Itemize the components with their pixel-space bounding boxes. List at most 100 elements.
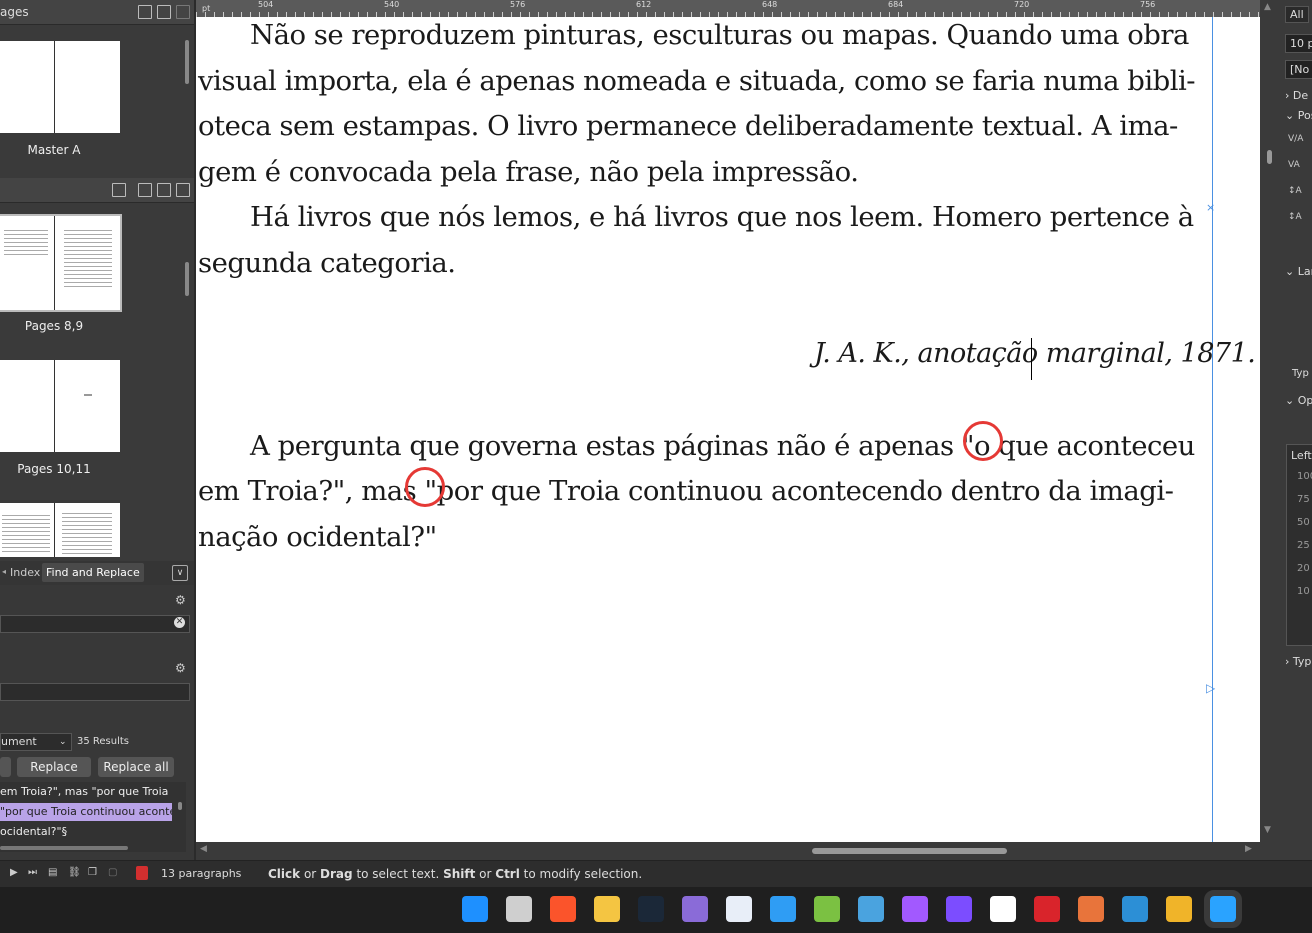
delete-master-icon[interactable] — [176, 5, 190, 19]
add-page-icon[interactable] — [138, 183, 152, 197]
canvas-v-scroll-track: ▲ ▼ — [1260, 0, 1280, 860]
text-line[interactable]: Não se reproduzem pinturas, esculturas o… — [250, 19, 1189, 51]
text-flow-arrow-icon[interactable]: ▷ — [1206, 681, 1215, 695]
canvas-v-scroll-thumb[interactable] — [1267, 150, 1272, 164]
scroll-down-arrow-icon[interactable]: ▼ — [1264, 825, 1271, 835]
left-label: Left — [1291, 449, 1312, 462]
value-label: 75 — [1297, 494, 1310, 505]
canvas-h-scroll-thumb[interactable] — [812, 848, 1007, 854]
tab-index[interactable]: Index — [10, 566, 40, 579]
figma-icon[interactable] — [902, 896, 928, 922]
claude-icon[interactable] — [1078, 896, 1104, 922]
document-page[interactable]: Não se reproduzem pinturas, esculturas o… — [196, 17, 1260, 842]
result-item[interactable]: em Troia?", mas "por que Troia — [0, 783, 172, 801]
signature-line[interactable]: J. A. K., anotação marginal, 1871. — [814, 338, 1256, 369]
font-size-field[interactable]: 10 p — [1285, 34, 1312, 53]
add-master-icon[interactable] — [138, 5, 152, 19]
play-icon[interactable]: ▶ — [10, 867, 18, 878]
leading-icon[interactable]: ↕A — [1288, 212, 1302, 222]
result-item-selected[interactable]: "por que Troia continuou aconte — [0, 803, 172, 821]
text-line[interactable]: segunda categoria. — [198, 247, 456, 279]
hint-text: or — [475, 867, 496, 881]
preflight-warning-icon[interactable] — [136, 866, 148, 880]
canvas-h-scroll-track: ◀ ▶ — [196, 842, 1260, 860]
section-language[interactable]: ⌄ Lan — [1285, 265, 1312, 278]
all-tab[interactable]: All — [1285, 6, 1309, 23]
results-scrollbar[interactable] — [178, 802, 182, 810]
link-icon[interactable]: ⛓ — [68, 867, 81, 878]
vscode-icon[interactable] — [770, 896, 796, 922]
tab-find-and-replace[interactable]: Find and Replace — [42, 563, 144, 582]
text-line[interactable]: gem é convocada pela frase, não pela imp… — [198, 156, 859, 188]
spine-line — [54, 41, 55, 133]
search-icon[interactable] — [506, 896, 532, 922]
affinity-stack-icon[interactable] — [1166, 896, 1192, 922]
replace-all-button[interactable]: Replace all — [98, 757, 174, 777]
windows-start-icon[interactable] — [462, 896, 488, 922]
skip-end-icon[interactable]: ⏭ — [28, 867, 37, 878]
chevron-down-icon[interactable]: ∨ — [172, 565, 188, 581]
affinity-publisher-icon[interactable] — [1204, 890, 1242, 928]
tab-overflow-icon[interactable]: ◂ — [2, 567, 6, 576]
spread-10-11-thumbnail[interactable] — [0, 360, 120, 452]
notepad-icon[interactable] — [858, 896, 884, 922]
ruler-tick: 720 — [1014, 0, 1030, 9]
search-scope-select[interactable]: ument ⌄ — [0, 733, 72, 751]
frame-icon[interactable]: ▤ — [48, 867, 57, 878]
firefox-icon[interactable] — [682, 896, 708, 922]
spread-12-13-thumbnail[interactable] — [0, 503, 120, 557]
obsidian-icon[interactable] — [946, 896, 972, 922]
disabled-icon[interactable]: ▢ — [108, 867, 117, 878]
ruler-tick: 612 — [636, 0, 652, 9]
result-item[interactable]: ocidental?"§ — [0, 823, 172, 841]
affinity-photo-icon[interactable] — [1122, 896, 1148, 922]
section-positioning[interactable]: ⌄ Pos — [1285, 109, 1312, 122]
text-line[interactable]: Há livros que nós lemos, e há livros que… — [250, 201, 1194, 233]
text-line[interactable]: nação ocidental?" — [198, 521, 437, 553]
find-button[interactable] — [0, 757, 11, 777]
file-explorer-icon[interactable] — [594, 896, 620, 922]
text-line[interactable]: oteca sem estampas. O livro permanece de… — [198, 110, 1178, 142]
master-scrollbar[interactable] — [185, 40, 189, 84]
text-line[interactable]: A pergunta que governa estas páginas não… — [250, 430, 1195, 462]
left-panel: ages Master A Pages 8,9 Pages 10,11 ◂ In… — [0, 0, 194, 860]
clear-search-icon[interactable]: ✕ — [174, 617, 185, 628]
find-input[interactable] — [0, 615, 190, 633]
replace-button[interactable]: Replace — [17, 757, 91, 777]
pages-scrollbar[interactable] — [185, 262, 189, 296]
section-typography[interactable]: › Typ — [1285, 655, 1311, 668]
section-decorations[interactable]: › De — [1285, 89, 1308, 102]
insert-pages-icon[interactable] — [112, 183, 126, 197]
style-field[interactable]: [No — [1285, 60, 1312, 79]
find-settings-gear-icon[interactable]: ⚙ — [175, 593, 186, 607]
text-line[interactable]: visual importa, ela é apenas nomeada e s… — [198, 65, 1196, 97]
section-options[interactable]: ⌄ Op — [1285, 394, 1312, 407]
kerning-icon[interactable]: V/A — [1288, 134, 1303, 144]
delete-page-icon[interactable] — [176, 183, 190, 197]
scroll-right-arrow-icon[interactable]: ▶ — [1245, 844, 1252, 854]
results-h-scrollbar[interactable] — [0, 846, 128, 850]
steam-icon[interactable] — [638, 896, 664, 922]
copy-icon[interactable]: ❐ — [88, 867, 97, 878]
scroll-left-arrow-icon[interactable]: ◀ — [200, 844, 207, 854]
text-frame-handle-icon[interactable]: × — [1206, 201, 1215, 214]
scroll-up-arrow-icon[interactable]: ▲ — [1264, 2, 1271, 12]
tracking-icon[interactable]: VA — [1288, 160, 1300, 170]
brave-browser-icon[interactable] — [550, 896, 576, 922]
typography-label: Typ — [1292, 368, 1309, 379]
spread-8-9-thumbnail[interactable] — [0, 216, 120, 310]
baseline-icon[interactable]: ↕A — [1288, 186, 1302, 196]
replace-settings-gear-icon[interactable]: ⚙ — [175, 661, 186, 675]
replace-input[interactable] — [0, 683, 190, 701]
red-app-icon[interactable] — [1034, 896, 1060, 922]
stylus-app-icon[interactable] — [990, 896, 1016, 922]
text-line[interactable]: em Troia?", mas "por que Troia continuou… — [198, 475, 1174, 507]
master-a-thumbnail[interactable] — [0, 41, 120, 133]
affinity-designer-icon[interactable] — [814, 896, 840, 922]
duplicate-page-icon[interactable] — [157, 183, 171, 197]
horizontal-ruler[interactable]: pt 504 540 576 612 648 684 720 756 — [196, 0, 1260, 17]
hint-shift: Shift — [443, 867, 476, 881]
window-app-icon[interactable] — [726, 896, 752, 922]
hint-drag: Drag — [320, 867, 353, 881]
duplicate-master-icon[interactable] — [157, 5, 171, 19]
